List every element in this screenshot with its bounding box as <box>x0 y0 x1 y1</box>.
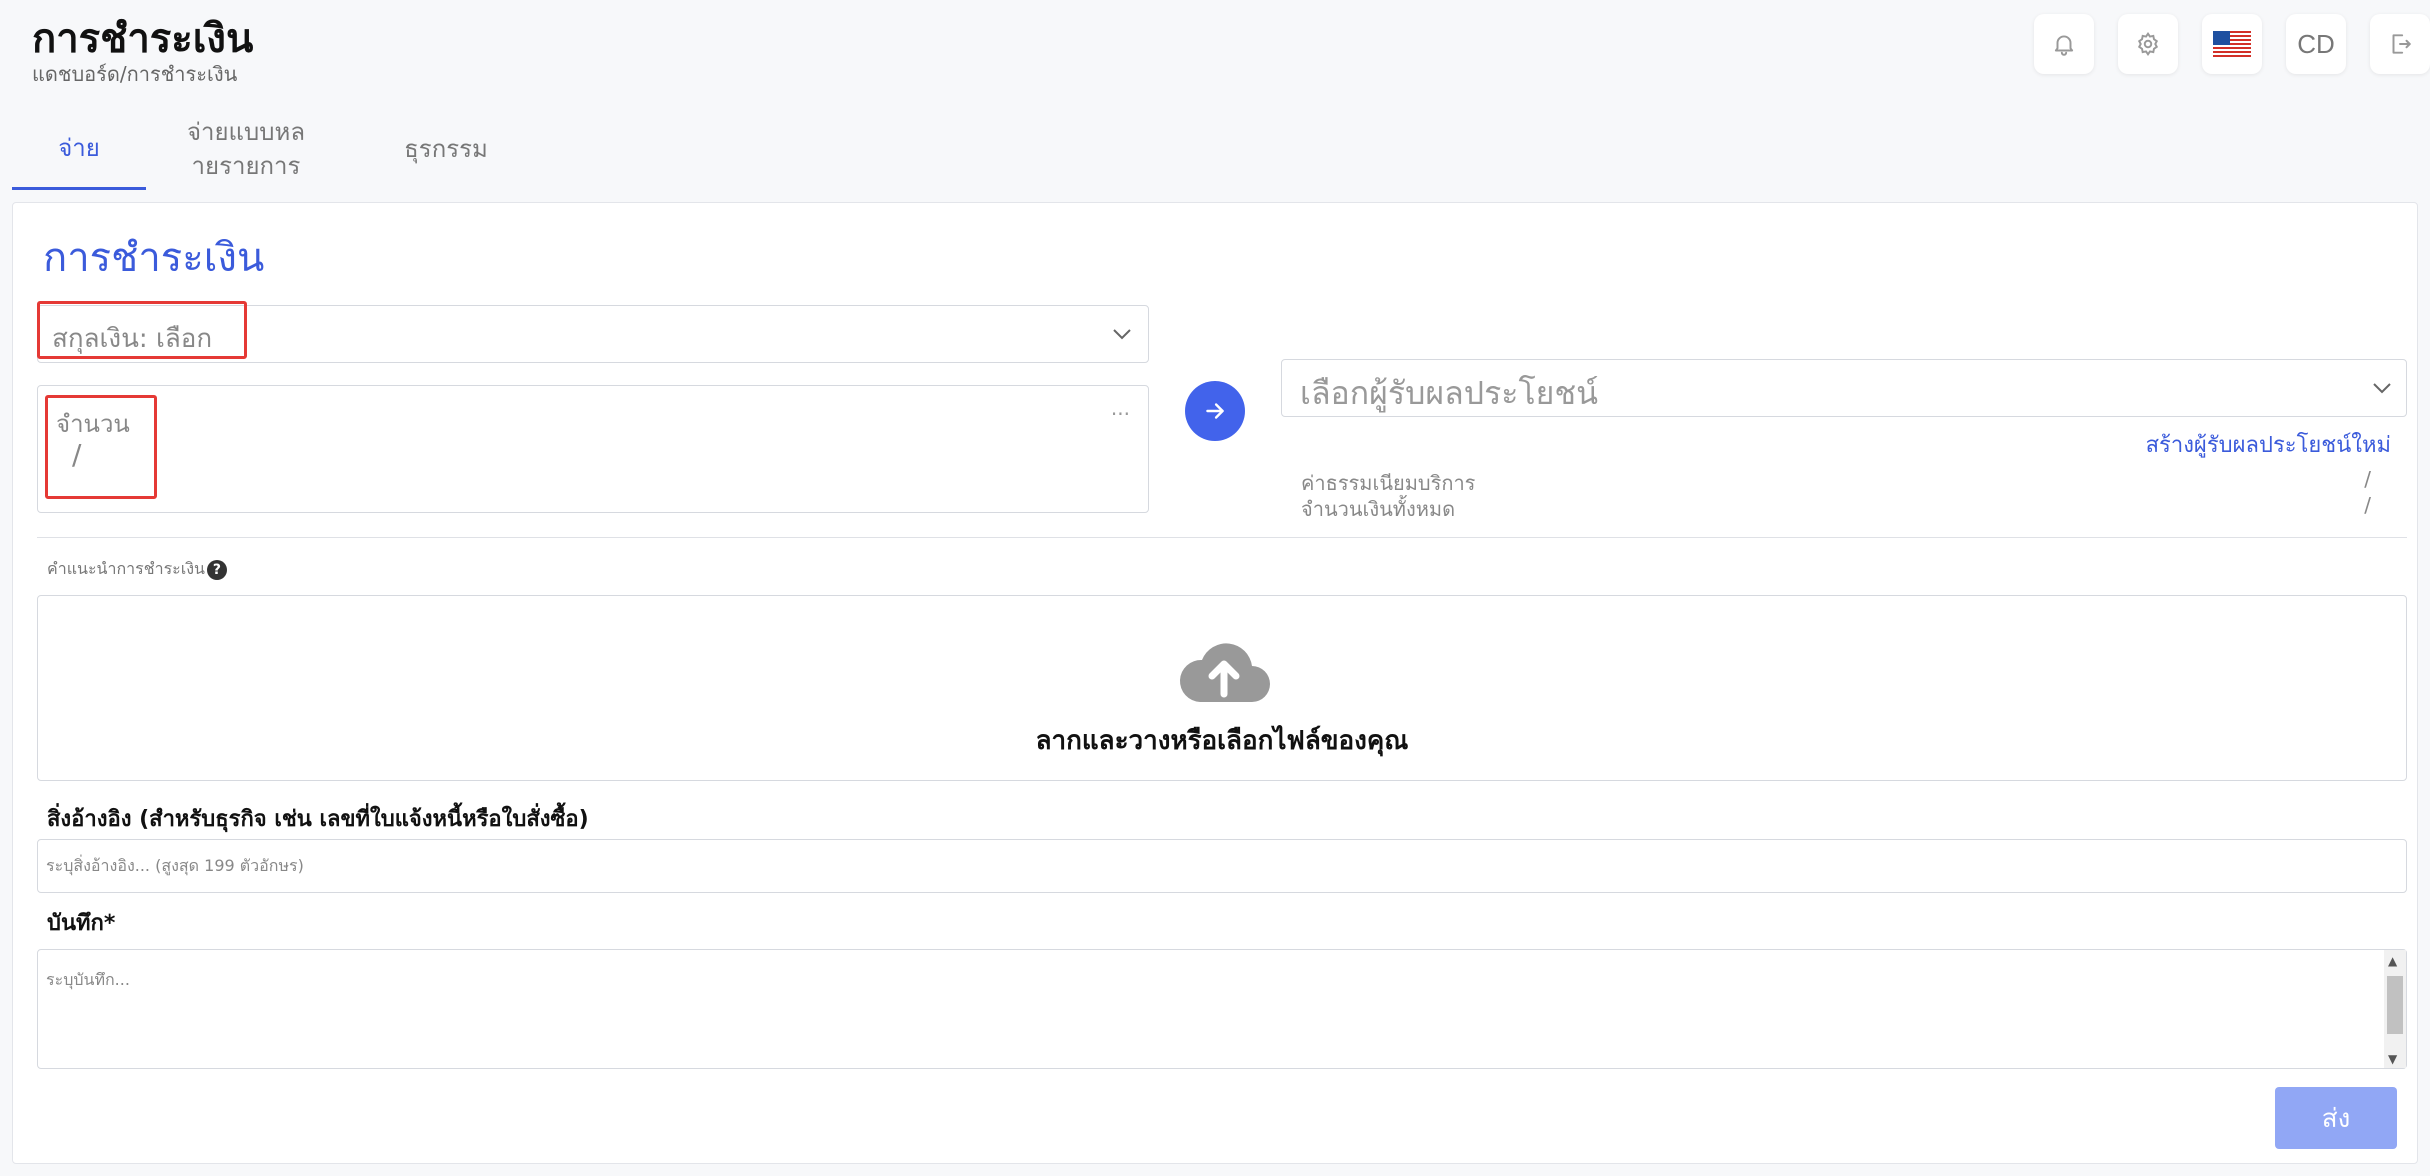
instructions-label: คำแนะนำการชำระเงิน ? <box>47 557 227 582</box>
user-avatar-button[interactable]: CD <box>2286 14 2346 74</box>
cloud-upload-icon <box>1179 643 1270 702</box>
section-title: การชำระเงิน <box>43 235 265 281</box>
tab-pay[interactable]: จ่าย <box>12 108 146 190</box>
arrow-right-button[interactable] <box>1185 381 1245 441</box>
bell-icon <box>2054 35 2074 56</box>
help-icon[interactable]: ? <box>206 559 227 580</box>
note-label: บันทึก* <box>47 911 116 936</box>
amount-field[interactable]: จำนวน / ... <box>37 385 1149 513</box>
chevron-down-icon <box>1110 322 1134 346</box>
note-scrollbar[interactable]: ▲ ▼ <box>2384 950 2406 1068</box>
tab-pay-label: จ่าย <box>58 133 100 162</box>
arrow-right-icon <box>1206 403 1224 419</box>
amount-highlight-box <box>45 395 157 499</box>
settings-button[interactable] <box>2118 14 2178 74</box>
submit-button[interactable]: ส่ง <box>2275 1087 2397 1149</box>
header-actions: CD <box>2034 14 2430 74</box>
fee-value: / <box>2364 467 2371 491</box>
currency-highlight-box <box>37 301 247 359</box>
header: การชำระเงิน แดชบอร์ด/การชำระเงิน CD <box>0 0 2430 100</box>
user-initials: CD <box>2297 28 2335 59</box>
scroll-down-icon[interactable]: ▼ <box>2388 1052 2397 1066</box>
tab-bulk-pay-label: จ่ายแบบหลายรายการ <box>187 115 305 183</box>
note-placeholder: ระบุบันทึก... <box>46 970 130 989</box>
scrollbar-thumb[interactable] <box>2387 976 2403 1034</box>
payment-card: การชำระเงิน สกุลเงิน: เลือก จำนวน / ... … <box>12 202 2418 1164</box>
divider <box>37 537 2407 538</box>
tab-bulk-pay-line2: ายรายการ <box>191 152 301 180</box>
dropzone-text: ลากและวางหรือเลือกไฟล์ของคุณ <box>1035 726 1409 756</box>
tab-transactions-label: ธุรกรรม <box>404 135 488 163</box>
scroll-up-icon[interactable]: ▲ <box>2388 954 2397 968</box>
reference-placeholder: ระบุสิ่งอ้างอิง... (สูงสุด 199 ตัวอักษร) <box>46 855 304 875</box>
tab-bulk-pay[interactable]: จ่ายแบบหลายรายการ <box>146 108 346 190</box>
reference-input[interactable]: ระบุสิ่งอ้างอิง... (สูงสุด 199 ตัวอักษร) <box>37 839 2407 893</box>
us-flag-icon <box>2213 31 2251 57</box>
note-textarea[interactable]: ระบุบันทึก... ▲ ▼ <box>37 949 2407 1069</box>
file-dropzone[interactable]: ลากและวางหรือเลือกไฟล์ของคุณ <box>37 595 2407 781</box>
total-value: / <box>2364 493 2371 517</box>
language-button[interactable] <box>2202 14 2262 74</box>
logout-icon <box>2392 34 2411 54</box>
beneficiary-select[interactable]: เลือกผู้รับผลประโยชน์ <box>1281 359 2407 417</box>
logout-button[interactable] <box>2370 14 2430 74</box>
tabs: จ่าย จ่ายแบบหลายรายการ ธุรกรรม <box>12 108 546 190</box>
create-beneficiary-link[interactable]: สร้างผู้รับผลประโยชน์ใหม่ <box>2146 427 2391 462</box>
tab-bulk-pay-line1: จ่ายแบบหล <box>186 118 306 146</box>
reference-label: สิ่งอ้างอิง (สำหรับธุรกิจ เช่น เลขที่ใบแ… <box>47 807 589 832</box>
more-icon[interactable]: ... <box>1111 396 1130 420</box>
chevron-down-icon <box>2370 376 2394 400</box>
notifications-button[interactable] <box>2034 14 2094 74</box>
gear-icon <box>2137 31 2159 57</box>
breadcrumb[interactable]: แดชบอร์ด/การชำระเงิน <box>32 58 237 90</box>
instructions-label-text: คำแนะนำการชำระเงิน <box>47 559 205 578</box>
tab-transactions[interactable]: ธุรกรรม <box>346 108 546 190</box>
total-label: จำนวนเงินทั้งหมด <box>1301 497 1456 521</box>
beneficiary-placeholder: เลือกผู้รับผลประโยชน์ <box>1300 374 1598 412</box>
